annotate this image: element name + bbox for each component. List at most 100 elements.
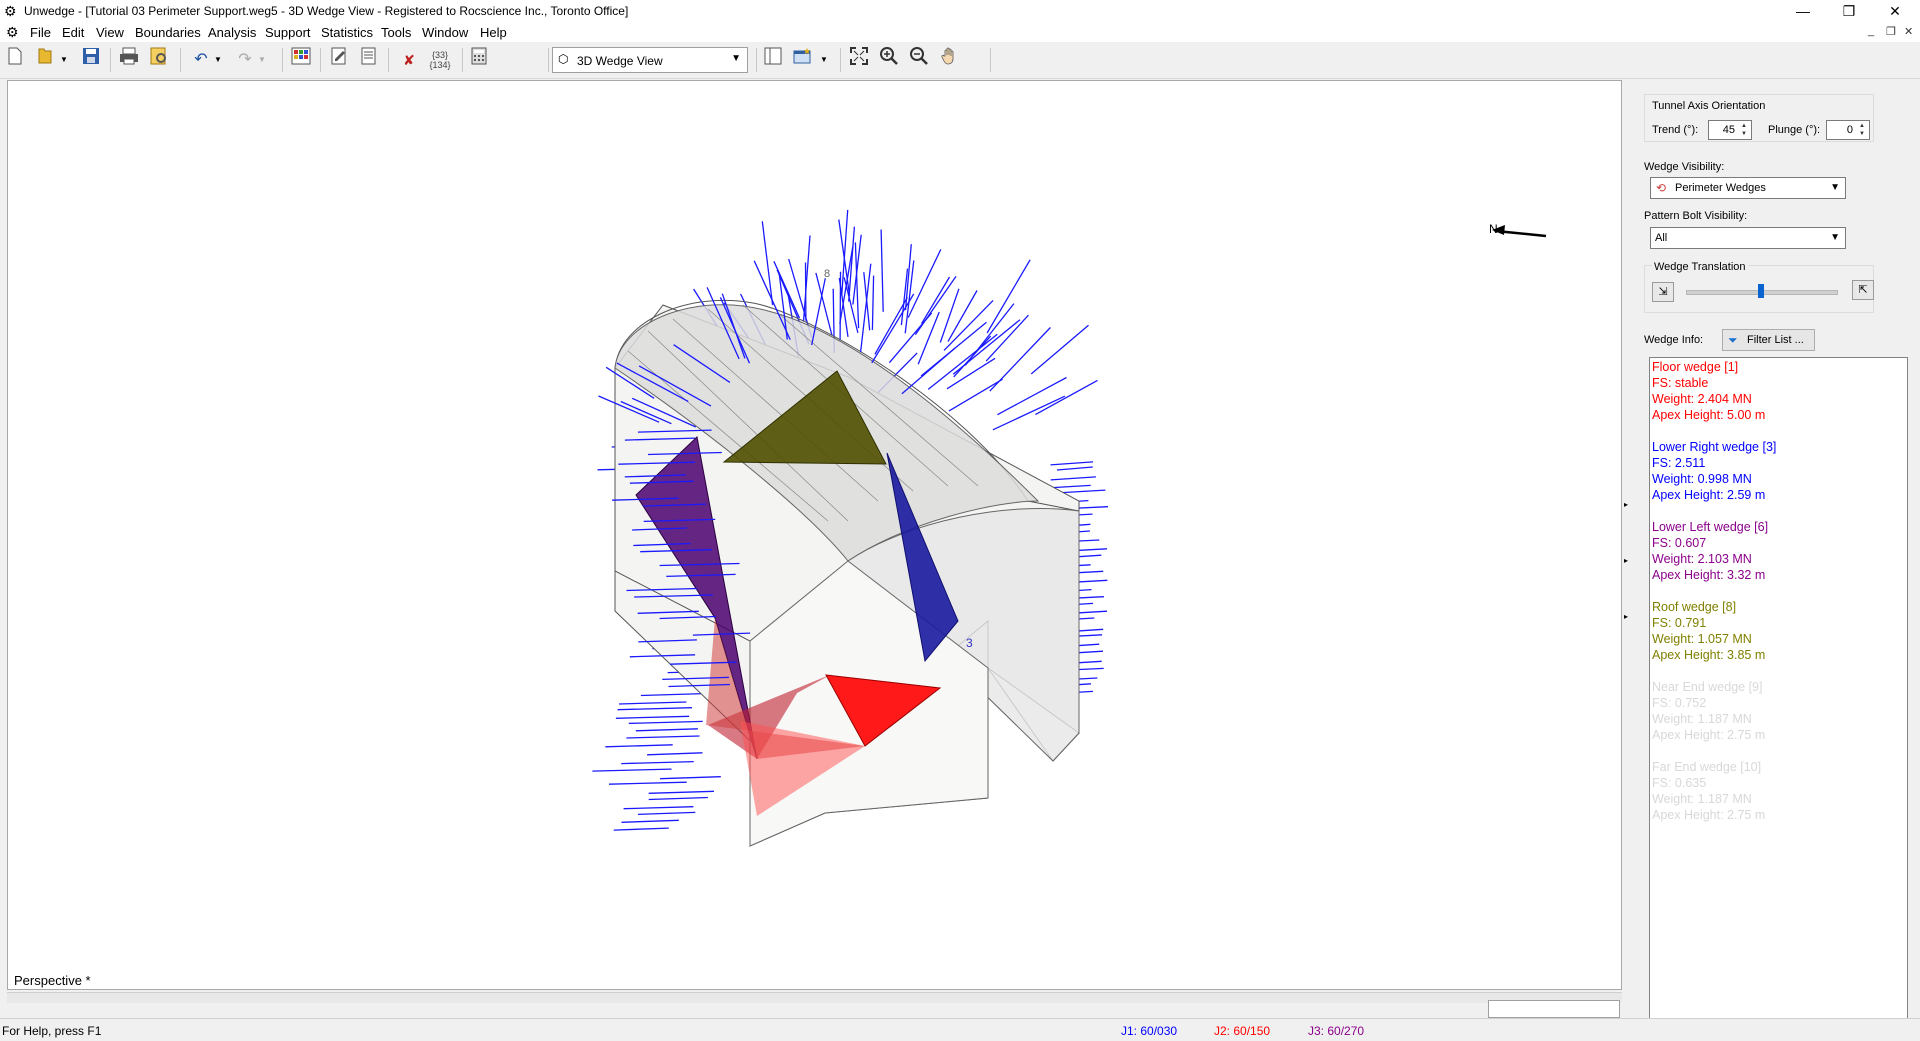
menu-boundaries[interactable]: Boundaries [135,25,201,40]
rock-bolt [609,782,687,784]
wedge-visibility-value: Perimeter Wedges [1675,182,1766,194]
joint-set-3: J3: 60/270 [1308,1024,1364,1038]
zoom-out-icon[interactable] [906,47,932,73]
edit-icon[interactable] [326,47,352,73]
view-select[interactable]: ⬡ 3D Wedge View ▼ [552,47,748,73]
toolbar-separator [110,48,111,72]
rock-bolt [804,236,811,322]
rock-bolt [997,378,1066,415]
plunge-input[interactable]: 0 ▲▼ [1826,120,1870,140]
undo-dropdown-icon[interactable]: ▼ [212,47,224,73]
window-title: Unwedge - [Tutorial 03 Perimeter Support… [24,4,628,18]
title-bar: ⚙ Unwedge - [Tutorial 03 Perimeter Suppo… [0,0,1920,22]
rock-bolt [641,694,708,696]
calculator-icon[interactable] [466,47,492,73]
spin-updown-icon[interactable]: ▲▼ [1856,122,1868,138]
spin-updown-icon[interactable]: ▲▼ [1738,122,1750,138]
open-icon[interactable] [32,47,58,73]
menu-view[interactable]: View [96,25,124,40]
zoom-extents-icon[interactable] [846,47,872,73]
status-help-text: For Help, press F1 [2,1024,101,1038]
wedge-info-weight: Weight: 1.057 MN [1652,632,1752,646]
mdi-restore-button[interactable]: ❐ [1886,25,1896,38]
rock-bolt [965,304,1014,366]
wedge-info-name: Lower Left wedge [6] [1652,520,1768,534]
print-preview-icon[interactable] [146,47,172,73]
menu-edit[interactable]: Edit [62,25,84,40]
rock-bolt [875,297,907,354]
redo-dropdown-icon[interactable]: ▼ [256,47,268,73]
rock-bolt [1051,477,1096,480]
wedge-scene[interactable]: 3 8 N [8,81,1621,989]
rock-bolt [953,320,1020,375]
layout-icon[interactable] [760,47,786,73]
wedge-info-name: Lower Right wedge [3] [1652,440,1776,454]
minimize-button[interactable]: — [1780,0,1826,22]
bolt-visibility-select[interactable]: All ▼ [1650,227,1846,249]
3d-wedge-viewport[interactable]: 3 8 N Perspective * [7,80,1622,990]
trend-label: Trend (°): [1652,124,1698,136]
menu-statistics[interactable]: Statistics [321,25,373,40]
menu-help[interactable]: Help [480,25,507,40]
splitter-arrow-icon[interactable]: ▸ [1624,556,1628,565]
rock-bolt [629,721,703,723]
wedge-translation-label: Wedge Translation [1652,261,1748,273]
splitter-arrow-icon[interactable]: ▸ [1624,500,1628,509]
numbers-icon[interactable]: {33}{134} [424,47,456,73]
filter-list-button[interactable]: ⏷ Filter List ... [1722,329,1815,351]
rock-bolt [940,289,959,343]
print-icon[interactable] [116,47,142,73]
translation-slider-thumb[interactable] [1758,284,1764,298]
add-view-icon[interactable] [790,47,816,73]
restore-button[interactable]: ❐ [1826,0,1872,22]
wedge-info-name: Near End wedge [9] [1652,680,1763,694]
app-icon[interactable]: ⚙ [4,3,17,20]
toolbar-separator [990,48,991,72]
wedge-info-name: Floor wedge [1] [1652,360,1738,374]
mdi-close-button[interactable]: ✕ [1904,25,1913,38]
menu-analysis[interactable]: Analysis [208,25,256,40]
wedge-visibility-select[interactable]: ⟲ Perimeter Wedges ▼ [1650,177,1846,199]
cube-icon: ⬡ [558,52,568,66]
save-icon[interactable] [78,47,104,73]
toolbar-separator [282,48,283,72]
undo-icon[interactable]: ↶ [188,47,214,73]
rock-bolt [626,736,699,738]
add-view-dropdown-icon[interactable]: ▼ [818,47,830,73]
rock-bolt [902,348,955,394]
document-icon[interactable]: ⚙ [6,24,19,41]
toolbar-separator [388,48,389,72]
open-dropdown-icon[interactable]: ▼ [58,47,70,73]
joint-set-2: J2: 60/150 [1214,1024,1270,1038]
rock-bolt [1057,467,1093,470]
horizontal-scrollbar[interactable] [7,992,1622,1003]
zoom-in-icon[interactable] [876,47,902,73]
pan-icon[interactable] [936,47,962,73]
rock-bolt [1051,462,1094,465]
menu-window[interactable]: Window [422,25,468,40]
menu-support[interactable]: Support [265,25,311,40]
translate-in-button[interactable]: ⇲ [1652,282,1674,302]
toolbar-separator [840,48,841,72]
redo-icon[interactable]: ↷ [232,47,258,73]
translate-out-button[interactable]: ⇱ [1852,280,1874,300]
delete-icon[interactable]: ✘ [396,47,422,73]
trend-input[interactable]: 45 ▲▼ [1708,120,1752,140]
toolbar-separator [756,48,757,72]
menu-tools[interactable]: Tools [381,25,411,40]
splitter-arrow-icon[interactable]: ▸ [1624,612,1628,621]
rock-bolt [618,708,693,710]
input-data-icon[interactable] [288,47,314,73]
wedge-visibility-label: Wedge Visibility: [1644,161,1724,173]
close-button[interactable]: ✕ [1872,0,1918,22]
new-icon[interactable] [2,47,28,73]
info-icon[interactable] [356,47,382,73]
wedge-info-weight: Weight: 2.404 MN [1652,392,1752,406]
rock-bolt [592,769,671,771]
menu-file[interactable]: File [30,25,51,40]
wedge-info-fs: FS: 0.791 [1652,616,1706,630]
wedge-info-fs: FS: 0.635 [1652,776,1706,790]
mdi-minimize-button[interactable]: _ [1868,25,1874,37]
view-select-label: 3D Wedge View [577,54,663,68]
wedge-info-apex: Apex Height: 2.75 m [1652,808,1765,822]
